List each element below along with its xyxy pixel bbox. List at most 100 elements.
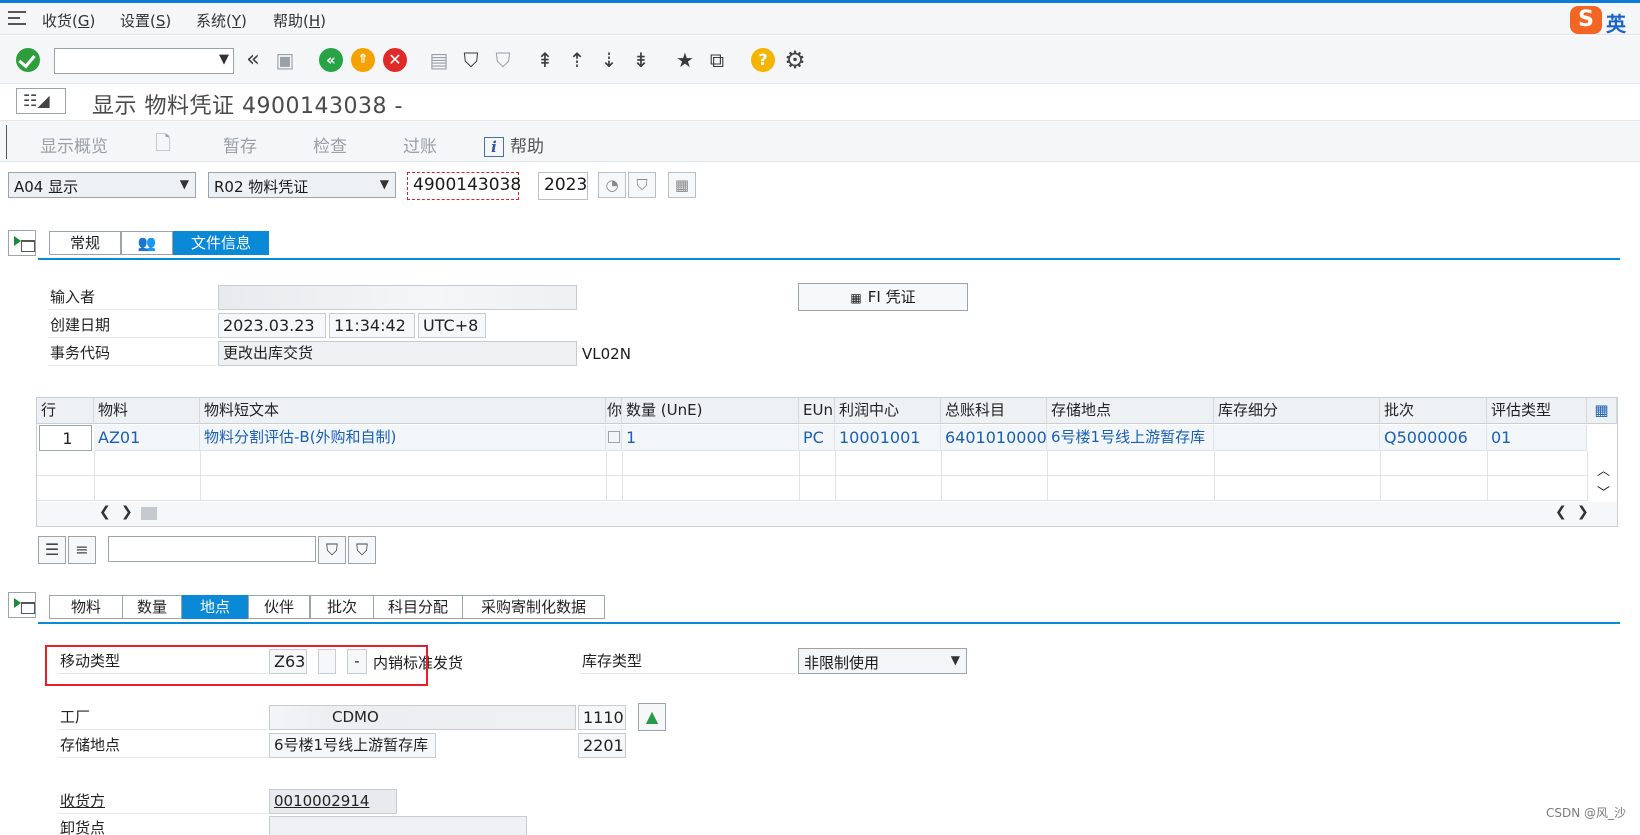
print-icon[interactable]: ▤ <box>427 48 451 72</box>
row-selector[interactable]: 1 <box>39 425 92 451</box>
document-number-input[interactable]: 4900143038 <box>407 172 521 200</box>
timezone-field: UTC+8 <box>418 313 486 338</box>
stock-type-select[interactable]: 非限制使用 ▼ <box>798 648 967 674</box>
execute-icon[interactable]: ◔ <box>598 172 626 198</box>
scroll-left-icon[interactable]: ❮ <box>1555 504 1567 520</box>
action-select[interactable]: A04 显示 ▼ <box>8 172 196 198</box>
cell-stock-segment[interactable] <box>1214 425 1380 451</box>
tab-partner[interactable]: 伙伴 <box>248 595 310 619</box>
menu-receipt[interactable]: 收货(G) <box>42 10 95 31</box>
header-collapse-button[interactable] <box>8 230 36 256</box>
fi-document-button[interactable]: ▦ FI 凭证 <box>798 283 968 311</box>
column-header[interactable]: EUn <box>799 398 835 424</box>
new-session-icon[interactable]: ★ <box>673 48 697 72</box>
first-page-icon[interactable]: ⇞ <box>533 48 557 72</box>
receiver-field[interactable]: 0010002914 <box>269 789 397 814</box>
cell-gl-account[interactable]: 6401010000 <box>941 425 1047 451</box>
chevron-down-icon[interactable]: ▼ <box>219 52 229 67</box>
cancel-icon[interactable]: ✕ <box>383 48 407 72</box>
check-button[interactable]: 检查 <box>313 132 347 157</box>
cell-quantity[interactable]: 1 <box>622 425 799 451</box>
tab-purchasing-data[interactable]: 采购寄制化数据 <box>462 595 605 619</box>
cell-checkbox[interactable] <box>606 425 622 451</box>
scroll-left-icon[interactable]: ❮ <box>99 504 111 520</box>
cell-valuation-type[interactable]: 01 <box>1487 425 1587 451</box>
table-row[interactable] <box>37 476 1587 501</box>
column-header[interactable]: 行 <box>37 398 94 424</box>
menu-toggle-button[interactable]: ☷◢ <box>16 88 66 114</box>
cell-storage-location[interactable]: 6号楼1号线上游暂存库 <box>1047 425 1214 451</box>
column-header[interactable]: 总账科目 <box>941 398 1047 424</box>
scroll-right-icon[interactable]: ❯ <box>1577 504 1589 520</box>
command-field[interactable]: ▼ <box>54 48 234 74</box>
unloading-point-field <box>269 816 527 835</box>
scroll-up-icon[interactable]: ︿ <box>1597 460 1610 479</box>
table-row[interactable] <box>37 451 1587 476</box>
cell-profit-center[interactable]: 10001001 <box>835 425 941 451</box>
last-page-icon[interactable]: ⇟ <box>629 48 653 72</box>
column-header[interactable]: 物料短文本 <box>200 398 606 424</box>
tab-partners[interactable]: 👥 <box>121 231 173 255</box>
new-document-icon[interactable]: 🗋 <box>155 129 171 163</box>
menu-settings[interactable]: 设置(S) <box>120 10 171 31</box>
scroll-right-icon[interactable]: ❯ <box>121 504 133 520</box>
menu-help[interactable]: 帮助(H) <box>273 10 326 31</box>
column-header[interactable]: 存储地点 <box>1047 398 1214 424</box>
help-icon[interactable]: ? <box>751 48 775 72</box>
enter-check-icon[interactable] <box>16 48 40 72</box>
help-label: 帮助 <box>510 137 544 157</box>
receiver-label[interactable]: 收货方 <box>58 789 268 814</box>
find-icon[interactable]: ⛉ <box>628 172 656 198</box>
cell-material[interactable]: AZ01 <box>94 425 200 451</box>
menu-icon[interactable] <box>8 11 26 25</box>
menu-system[interactable]: 系统(Y) <box>196 10 247 31</box>
cell-unit[interactable]: PC <box>799 425 835 451</box>
column-header[interactable]: 物料 <box>94 398 200 424</box>
shortcut-icon[interactable]: ⧉ <box>705 48 729 72</box>
next-page-icon[interactable]: ⇣ <box>597 48 621 72</box>
fiscal-year-input[interactable]: 2023 <box>538 172 588 200</box>
cell-batch[interactable]: Q5000006 <box>1380 425 1487 451</box>
column-header[interactable]: 批次 <box>1380 398 1487 424</box>
tab-location[interactable]: 地点 <box>182 595 248 619</box>
tab-material[interactable]: 物料 <box>49 595 123 619</box>
column-header[interactable]: 利润中心 <box>835 398 941 424</box>
table-search-input[interactable] <box>108 536 316 562</box>
save-icon[interactable]: ▣ <box>273 48 297 72</box>
horizontal-scrollbar[interactable]: ❮ ❯ ❮ ❯ <box>37 502 1617 526</box>
find-icon[interactable]: ⛉ <box>459 48 483 72</box>
show-overview-button[interactable]: 显示概览 <box>40 132 108 157</box>
ime-indicator[interactable]: S英 <box>1570 6 1626 37</box>
tab-general[interactable]: 常规 <box>49 231 121 255</box>
double-chevron-left-icon[interactable]: « <box>241 48 265 72</box>
hold-button[interactable]: 暂存 <box>223 132 257 157</box>
highlight-box <box>45 645 428 686</box>
find-next-icon[interactable]: ⛉ <box>348 536 376 564</box>
calendar-icon[interactable]: ▦ <box>668 172 696 198</box>
tab-quantity[interactable]: 数量 <box>122 595 182 619</box>
reference-doc-select[interactable]: R02 物料凭证 ▼ <box>208 172 396 198</box>
gear-icon[interactable]: ⚙ <box>783 48 807 72</box>
item-collapse-button[interactable] <box>8 592 36 618</box>
column-header[interactable]: 数量 (UnE) <box>622 398 799 424</box>
tab-document-info[interactable]: 文件信息 <box>173 231 269 255</box>
previous-page-icon[interactable]: ⇡ <box>565 48 589 72</box>
scroll-down-icon[interactable]: ﹀ <box>1597 482 1610 501</box>
scroll-thumb[interactable] <box>141 507 157 520</box>
map-icon[interactable]: ▲ <box>638 703 666 731</box>
column-header[interactable]: 你 <box>606 398 622 424</box>
column-header[interactable]: 库存细分 <box>1214 398 1380 424</box>
help-button[interactable]: i 帮助 <box>484 132 544 157</box>
tab-account-assignment[interactable]: 科目分配 <box>373 595 463 619</box>
post-button[interactable]: 过账 <box>403 132 437 157</box>
filter-icon[interactable]: ≡ <box>68 536 96 564</box>
find-icon[interactable]: ⛉ <box>318 536 346 564</box>
tab-batch[interactable]: 批次 <box>310 595 374 619</box>
back-icon[interactable]: « <box>319 48 343 72</box>
find-next-icon[interactable]: ⛉ <box>491 48 515 72</box>
column-layout-icon[interactable]: ▦ <box>1587 398 1617 424</box>
sort-ascending-icon[interactable]: ☰ <box>38 536 66 564</box>
column-header[interactable]: 评估类型 <box>1487 398 1587 424</box>
exit-icon[interactable]: ⇑ <box>351 48 375 72</box>
cell-short-text[interactable]: 物料分割评估-B(外购和自制) <box>200 425 606 451</box>
